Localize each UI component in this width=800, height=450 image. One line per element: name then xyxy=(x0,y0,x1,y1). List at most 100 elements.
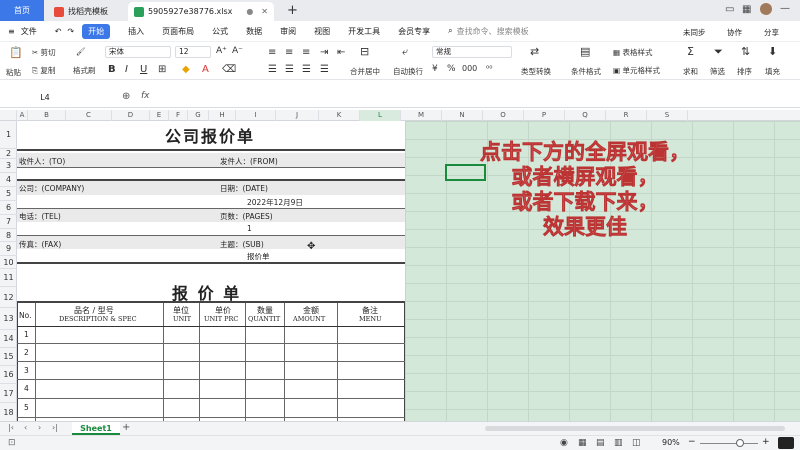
column-header-d[interactable]: D xyxy=(112,110,150,121)
column-header-s[interactable]: S xyxy=(647,110,688,121)
row-header-7[interactable]: 7 xyxy=(0,215,17,229)
grid-icon[interactable]: ▦ xyxy=(742,4,751,15)
align-left-icon[interactable]: ☰ xyxy=(268,64,277,75)
share-button[interactable]: 分享 xyxy=(764,27,779,38)
row-header-6[interactable]: 6 xyxy=(0,201,17,215)
menu-data[interactable]: 数据 xyxy=(246,26,262,37)
tab-close-icon[interactable]: ● xyxy=(246,7,253,16)
menu-insert[interactable]: 插入 xyxy=(128,26,144,37)
row-header-12[interactable]: 12 xyxy=(0,287,17,308)
currency-icon[interactable]: ¥ xyxy=(432,64,438,74)
normal-view-icon[interactable]: ▦ xyxy=(578,438,587,448)
tab-file[interactable]: 5905927e38776.xlsx ● ✕ xyxy=(128,2,274,21)
align-top-icon[interactable]: ≡ xyxy=(268,47,276,58)
zoom-slider-handle[interactable] xyxy=(736,439,744,447)
column-header-l[interactable]: L xyxy=(360,110,401,121)
column-header-n[interactable]: N xyxy=(442,110,483,121)
row-header-13[interactable]: 13 xyxy=(0,308,17,330)
fill-icon[interactable]: ⬇ xyxy=(768,45,777,58)
hamburger-icon[interactable]: ≡ xyxy=(8,27,15,36)
reading-mode-icon[interactable]: ◫ xyxy=(632,438,641,448)
add-sheet-button[interactable]: + xyxy=(122,422,130,433)
bold-button[interactable]: B xyxy=(108,64,116,75)
row-header-10[interactable]: 10 xyxy=(0,256,17,269)
redo-icon[interactable]: ↷ xyxy=(67,27,74,36)
row-header-3[interactable]: 3 xyxy=(0,159,17,173)
avatar[interactable] xyxy=(760,3,772,15)
border-icon[interactable]: ⊞ xyxy=(158,64,166,75)
row-header-8[interactable]: 8 xyxy=(0,229,17,242)
number-format-select[interactable]: 常规 xyxy=(432,46,512,58)
page-break-icon[interactable]: ▥ xyxy=(614,438,623,448)
column-header-q[interactable]: Q xyxy=(565,110,606,121)
column-header-g[interactable]: G xyxy=(188,110,209,121)
zoom-out-icon[interactable]: − xyxy=(688,437,696,447)
zoom-in-icon[interactable]: + xyxy=(762,437,770,447)
font-select[interactable]: 宋体 xyxy=(105,46,171,58)
menu-member[interactable]: 会员专享 xyxy=(398,26,430,37)
select-all-corner[interactable] xyxy=(0,110,17,121)
align-right-icon[interactable]: ☰ xyxy=(302,64,311,75)
font-size-select[interactable]: 12 xyxy=(175,46,211,58)
justify-icon[interactable]: ☰ xyxy=(320,64,329,75)
sheet-tab-sheet1[interactable]: Sheet1 xyxy=(72,422,120,435)
align-center-icon[interactable]: ☰ xyxy=(285,64,294,75)
cond-format-icon[interactable]: ▤ xyxy=(580,45,590,58)
filter-button[interactable]: 筛选 xyxy=(710,66,725,77)
row-header-9[interactable]: 9 xyxy=(0,242,17,256)
font-color-icon[interactable]: A xyxy=(202,64,209,75)
close-icon[interactable]: ✕ xyxy=(261,7,268,16)
row-header-15[interactable]: 15 xyxy=(0,348,17,366)
sort-icon[interactable]: ⇅ xyxy=(741,45,750,58)
formula-input[interactable] xyxy=(160,91,790,105)
menu-developer[interactable]: 开发工具 xyxy=(348,26,380,37)
search-input[interactable]: 查找命令、搜索模板 xyxy=(457,26,529,37)
column-header-p[interactable]: P xyxy=(524,110,565,121)
next-sheet-icon[interactable]: › xyxy=(38,423,41,432)
wrap-text-button[interactable]: 自动换行 xyxy=(393,66,423,77)
italic-button[interactable]: I xyxy=(125,64,128,75)
filter-icon[interactable]: ⏷ xyxy=(714,45,723,59)
percent-button[interactable]: % xyxy=(447,64,456,74)
menu-page-layout[interactable]: 页面布局 xyxy=(162,26,194,37)
column-header-o[interactable]: O xyxy=(483,110,524,121)
decimal-icon[interactable]: ⁰⁰ xyxy=(486,64,492,73)
menu-view[interactable]: 视图 xyxy=(314,26,330,37)
prev-sheet-icon[interactable]: ‹ xyxy=(24,423,27,432)
undo-icon[interactable]: ↶ xyxy=(55,27,62,36)
cell-reference[interactable]: L4 xyxy=(0,91,90,105)
sum-icon[interactable]: Σ xyxy=(687,45,694,58)
column-header-j[interactable]: J xyxy=(276,110,319,121)
page-layout-icon[interactable]: ▤ xyxy=(596,438,605,448)
sum-button[interactable]: 求和 xyxy=(683,66,698,77)
row-header-1[interactable]: 1 xyxy=(0,121,17,149)
last-sheet-icon[interactable]: ›| xyxy=(52,423,58,432)
column-header-m[interactable]: M xyxy=(401,110,442,121)
type-convert-icon[interactable]: ⇄ xyxy=(530,45,539,58)
column-header-h[interactable]: H xyxy=(209,110,236,121)
row-header-18[interactable]: 18 xyxy=(0,403,17,422)
format-painter-icon[interactable]: 🖌 xyxy=(76,47,86,56)
sheet-content[interactable]: 公司报价单 收件人：(TO) 发件人：(FROM) 公司：(COMPANY) 日… xyxy=(17,121,405,421)
indent-icon[interactable]: ⇥ xyxy=(320,47,328,58)
row-header-11[interactable]: 11 xyxy=(0,269,17,287)
wrap-icon[interactable]: ⤶ xyxy=(402,45,408,59)
first-sheet-icon[interactable]: |‹ xyxy=(8,423,14,432)
cut-button[interactable]: ✂ 剪切 xyxy=(32,47,56,58)
sync-status[interactable]: 未同步 xyxy=(683,27,706,38)
column-header-a[interactable]: A xyxy=(17,110,28,121)
align-bottom-icon[interactable]: ≡ xyxy=(302,47,310,58)
thousands-button[interactable]: 000 xyxy=(462,64,477,73)
merge-center-button[interactable]: 合并居中 xyxy=(350,66,380,77)
row-header-16[interactable]: 16 xyxy=(0,366,17,384)
column-header-c[interactable]: C xyxy=(66,110,112,121)
menu-start[interactable]: 开始 xyxy=(82,23,111,39)
window-layout-icon[interactable]: ▭ xyxy=(725,4,734,15)
outdent-icon[interactable]: ⇤ xyxy=(337,47,345,58)
column-header-b[interactable]: B xyxy=(28,110,66,121)
decrease-font-icon[interactable]: A⁻ xyxy=(232,46,243,56)
underline-button[interactable]: U xyxy=(140,64,147,75)
merge-icon[interactable]: ⊟ xyxy=(360,45,369,58)
tab-template[interactable]: 找稻壳模板 xyxy=(48,2,128,21)
menu-file[interactable]: 文件 xyxy=(21,26,37,37)
